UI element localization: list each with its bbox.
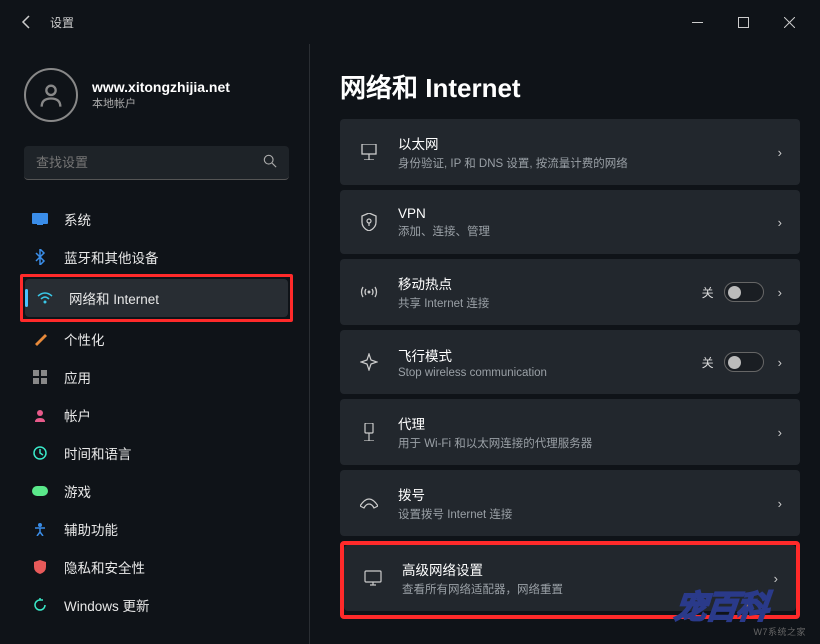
chevron-right-icon: › bbox=[774, 571, 778, 586]
chevron-right-icon: › bbox=[778, 355, 782, 370]
accessibility-icon bbox=[30, 519, 50, 539]
card-title: 代理 bbox=[398, 413, 764, 433]
dialup-icon bbox=[358, 496, 380, 510]
nav-accounts[interactable]: 帐户 bbox=[20, 396, 293, 434]
gamepad-icon bbox=[30, 481, 50, 501]
nav-label: 隐私和安全性 bbox=[64, 557, 145, 577]
arrow-left-icon bbox=[19, 14, 35, 30]
card-subtitle: Stop wireless communication bbox=[398, 367, 702, 379]
nav: 系统 蓝牙和其他设备 网络和 Internet 个性化 应用 bbox=[16, 196, 297, 628]
nav-label: 网络和 Internet bbox=[69, 288, 159, 308]
user-icon bbox=[37, 81, 65, 109]
nav-apps[interactable]: 应用 bbox=[20, 358, 293, 396]
nav-label: 系统 bbox=[64, 209, 91, 229]
maximize-button[interactable] bbox=[720, 6, 766, 38]
minimize-button[interactable] bbox=[674, 6, 720, 38]
vpn-shield-icon bbox=[358, 213, 380, 231]
brush-icon bbox=[30, 329, 50, 349]
card-title: 移动热点 bbox=[398, 273, 702, 293]
card-hotspot[interactable]: 移动热点 共享 Internet 连接 关 › bbox=[340, 259, 800, 325]
user-section[interactable]: www.xitongzhijia.net 本地帐户 bbox=[16, 44, 297, 142]
chevron-right-icon: › bbox=[778, 496, 782, 511]
nav-time-language[interactable]: 时间和语言 bbox=[20, 434, 293, 472]
apps-icon bbox=[30, 367, 50, 387]
bluetooth-icon bbox=[30, 247, 50, 267]
nav-windows-update[interactable]: Windows 更新 bbox=[20, 586, 293, 624]
search-icon bbox=[263, 154, 277, 171]
nav-privacy[interactable]: 隐私和安全性 bbox=[20, 548, 293, 586]
chevron-right-icon: › bbox=[778, 145, 782, 160]
card-title: 飞行模式 bbox=[398, 345, 702, 365]
nav-label: 个性化 bbox=[64, 329, 105, 349]
close-icon bbox=[784, 17, 795, 28]
nav-label: 辅助功能 bbox=[64, 519, 118, 539]
card-airplane[interactable]: 飞行模式 Stop wireless communication 关 › bbox=[340, 330, 800, 394]
nav-label: 时间和语言 bbox=[64, 443, 132, 463]
accounts-icon bbox=[30, 405, 50, 425]
nav-label: 游戏 bbox=[64, 481, 91, 501]
card-subtitle: 身份验证, IP 和 DNS 设置, 按流量计费的网络 bbox=[398, 155, 764, 171]
nav-personalization[interactable]: 个性化 bbox=[20, 320, 293, 358]
user-name: www.xitongzhijia.net bbox=[92, 79, 230, 95]
toggle-label: 关 bbox=[702, 354, 714, 371]
nav-system[interactable]: 系统 bbox=[20, 200, 293, 238]
sidebar: www.xitongzhijia.net 本地帐户 系统 蓝牙和其他设备 bbox=[0, 44, 310, 644]
nav-gaming[interactable]: 游戏 bbox=[20, 472, 293, 510]
card-subtitle: 添加、连接、管理 bbox=[398, 223, 764, 239]
search-input[interactable] bbox=[36, 155, 263, 170]
close-button[interactable] bbox=[766, 6, 812, 38]
stamp-text: 宠百科 bbox=[673, 582, 771, 628]
airplane-toggle[interactable] bbox=[724, 352, 764, 372]
hotspot-icon bbox=[358, 285, 380, 299]
system-icon bbox=[30, 209, 50, 229]
nav-accessibility[interactable]: 辅助功能 bbox=[20, 510, 293, 548]
main-content: 网络和 Internet 以太网 身份验证, IP 和 DNS 设置, 按流量计… bbox=[310, 44, 820, 644]
search-box[interactable] bbox=[24, 146, 289, 180]
card-proxy[interactable]: 代理 用于 Wi-Fi 和以太网连接的代理服务器 › bbox=[340, 399, 800, 465]
user-subtitle: 本地帐户 bbox=[92, 95, 230, 111]
watermark: W7系统之家 bbox=[753, 625, 806, 638]
nav-label: 蓝牙和其他设备 bbox=[64, 247, 159, 267]
airplane-icon bbox=[358, 353, 380, 371]
card-vpn[interactable]: VPN 添加、连接、管理 › bbox=[340, 190, 800, 254]
ethernet-icon bbox=[358, 144, 380, 160]
chevron-right-icon: › bbox=[778, 425, 782, 440]
card-subtitle: 共享 Internet 连接 bbox=[398, 295, 702, 311]
card-subtitle: 设置拨号 Internet 连接 bbox=[398, 506, 764, 522]
card-dialup[interactable]: 拨号 设置拨号 Internet 连接 › bbox=[340, 470, 800, 536]
clock-icon bbox=[30, 443, 50, 463]
back-button[interactable] bbox=[8, 3, 46, 41]
card-title: 以太网 bbox=[398, 133, 764, 153]
toggle-label: 关 bbox=[702, 284, 714, 301]
maximize-icon bbox=[738, 17, 749, 28]
card-ethernet[interactable]: 以太网 身份验证, IP 和 DNS 设置, 按流量计费的网络 › bbox=[340, 119, 800, 185]
hotspot-toggle[interactable] bbox=[724, 282, 764, 302]
titlebar: 设置 bbox=[0, 0, 820, 44]
update-icon bbox=[30, 595, 50, 615]
window-controls bbox=[674, 6, 812, 38]
wifi-icon bbox=[35, 288, 55, 308]
nav-label: 帐户 bbox=[64, 405, 91, 425]
monitor-icon bbox=[362, 570, 384, 586]
proxy-icon bbox=[358, 423, 380, 441]
chevron-right-icon: › bbox=[778, 215, 782, 230]
card-title: 拨号 bbox=[398, 484, 764, 504]
nav-label: Windows 更新 bbox=[64, 595, 150, 615]
app-title: 设置 bbox=[50, 14, 74, 31]
minimize-icon bbox=[692, 17, 703, 28]
chevron-right-icon: › bbox=[778, 285, 782, 300]
card-title: 高级网络设置 bbox=[402, 559, 760, 579]
card-title: VPN bbox=[398, 206, 764, 221]
nav-bluetooth[interactable]: 蓝牙和其他设备 bbox=[20, 238, 293, 276]
nav-highlight-network: 网络和 Internet bbox=[20, 274, 293, 322]
avatar bbox=[24, 68, 78, 122]
nav-network[interactable]: 网络和 Internet bbox=[25, 279, 288, 317]
nav-label: 应用 bbox=[64, 367, 91, 387]
page-title: 网络和 Internet bbox=[340, 68, 800, 105]
shield-icon bbox=[30, 557, 50, 577]
card-subtitle: 用于 Wi-Fi 和以太网连接的代理服务器 bbox=[398, 435, 764, 451]
